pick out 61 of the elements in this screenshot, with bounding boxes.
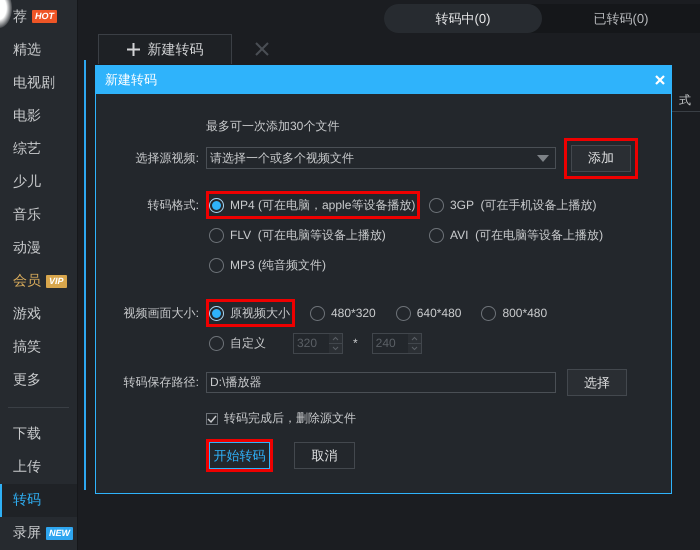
- sidebar-item[interactable]: 下载: [0, 418, 77, 451]
- sidebar-item[interactable]: 搞笑: [0, 330, 77, 364]
- stepper-icon[interactable]: [408, 334, 421, 352]
- option-label[interactable]: 3GP (可在手机设备上播放): [450, 196, 596, 214]
- sidebar-item[interactable]: 精选: [0, 33, 77, 66]
- cancel-button[interactable]: 取消: [294, 442, 355, 469]
- badge: NEW: [46, 526, 73, 540]
- sidebar-item[interactable]: 荐 HOT: [0, 0, 77, 34]
- tab[interactable]: 转码中(0): [384, 4, 542, 33]
- dropdown-arrow-icon[interactable]: [537, 154, 549, 162]
- field-label: 选择源视频:: [134, 150, 199, 166]
- badge: HOT: [32, 10, 57, 24]
- sidebar-item[interactable]: 电视剧: [0, 66, 77, 100]
- sidebar-item[interactable]: 综艺: [0, 132, 77, 166]
- sidebar-item[interactable]: 会员 VIP: [0, 264, 77, 298]
- sidebar-item[interactable]: 音乐: [0, 198, 77, 232]
- browse-button[interactable]: 选择: [567, 369, 627, 396]
- stepper-icon[interactable]: [329, 334, 342, 352]
- radio-button[interactable]: [209, 228, 224, 242]
- sidebar-item[interactable]: 游戏: [0, 298, 77, 331]
- dialog-title: 新建转码: [105, 71, 157, 89]
- column-header: 式: [679, 92, 691, 109]
- hint-text: 最多可一次添加30个文件: [206, 118, 340, 134]
- times-sign: *: [353, 336, 358, 350]
- radio-button[interactable]: [396, 306, 411, 320]
- sidebar-item[interactable]: 动漫: [0, 231, 77, 264]
- new-transcode-button[interactable]: 新建转码: [98, 34, 232, 64]
- option-label[interactable]: 800*480: [502, 306, 548, 320]
- sidebar-item[interactable]: 少儿: [0, 165, 77, 198]
- option-label[interactable]: 原视频大小: [230, 304, 290, 322]
- sidebar-item[interactable]: 更多: [0, 364, 77, 397]
- radio-button[interactable]: [310, 306, 325, 320]
- path-field[interactable]: D:\播放器: [206, 372, 556, 393]
- option-label[interactable]: MP4 (可在电脑，apple等设备播放): [230, 196, 416, 214]
- radio-button[interactable]: [429, 228, 444, 242]
- sidebar-item[interactable]: 上传: [0, 450, 77, 484]
- option-label[interactable]: AVI (可在电脑等设备上播放): [450, 226, 604, 244]
- plus-icon[interactable]: [126, 43, 140, 56]
- radio-button[interactable]: [209, 336, 224, 350]
- radio-button[interactable]: [209, 258, 224, 272]
- field-label: 转码格式:: [146, 197, 199, 214]
- option-label[interactable]: FLV (可在电脑等设备上播放): [230, 226, 386, 244]
- option-label[interactable]: MP3 (纯音频文件): [230, 256, 326, 274]
- field-label: 转码保存路径:: [122, 374, 199, 391]
- option-label[interactable]: 640*480: [416, 306, 462, 320]
- source-dropdown[interactable]: 请选择一个或多个视频文件: [206, 147, 556, 169]
- option-label[interactable]: 自定义: [230, 334, 266, 352]
- check-icon[interactable]: [207, 414, 217, 422]
- option-label[interactable]: 480*320: [331, 306, 376, 320]
- delete-source-checkbox[interactable]: 转码完成后，删除源文件: [206, 410, 671, 427]
- radio-button[interactable]: [429, 198, 444, 212]
- sidebar-item[interactable]: 录屏 NEW: [0, 516, 77, 550]
- badge: VIP: [46, 274, 67, 288]
- start-button[interactable]: 开始转码: [209, 442, 270, 469]
- radio-button[interactable]: [481, 306, 496, 320]
- sidebar-item[interactable]: 电影: [0, 99, 77, 132]
- close-icon[interactable]: [255, 42, 269, 56]
- field-label: 视频画面大小:: [122, 304, 199, 322]
- tab[interactable]: 已转码(0): [542, 4, 700, 33]
- add-button[interactable]: 添加: [571, 144, 631, 172]
- sidebar-item[interactable]: 转码: [0, 484, 77, 517]
